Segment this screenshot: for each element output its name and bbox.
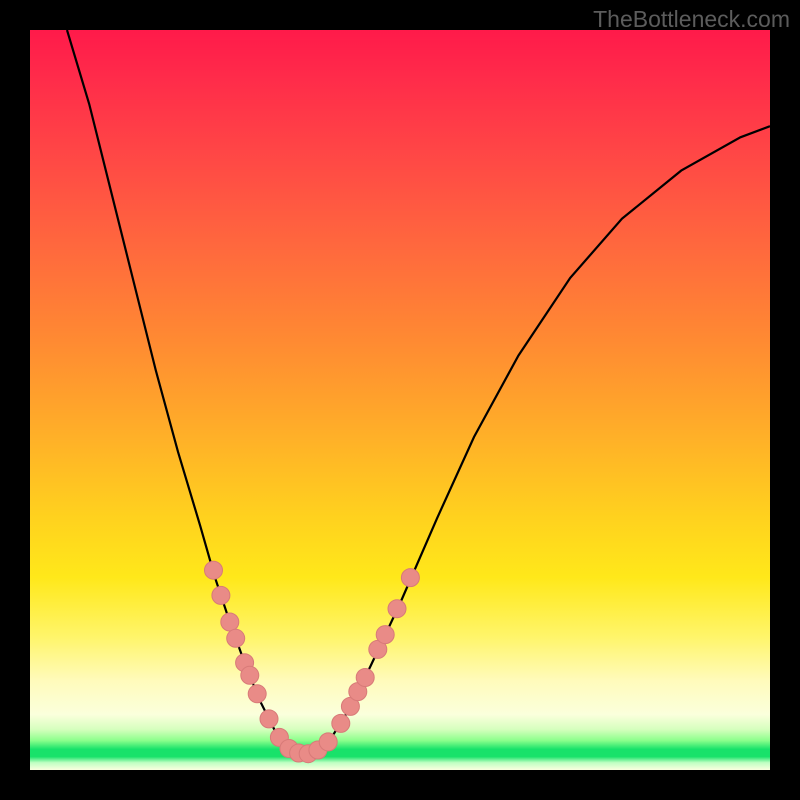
data-dot [388,600,406,618]
data-dot [401,569,419,587]
bottleneck-curve [67,30,770,754]
outer-frame: TheBottleneck.com [0,0,800,800]
data-dot [319,733,337,751]
dots-group [205,561,420,763]
data-dot [212,586,230,604]
data-dot [332,714,350,732]
plot-area [30,30,770,770]
data-dot [227,629,245,647]
chart-svg [30,30,770,770]
data-dot [376,626,394,644]
data-dot [248,685,266,703]
data-dot [221,613,239,631]
watermark-text: TheBottleneck.com [593,6,790,33]
data-dot [205,561,223,579]
data-dot [260,710,278,728]
data-dot [356,669,374,687]
data-dot [241,666,259,684]
